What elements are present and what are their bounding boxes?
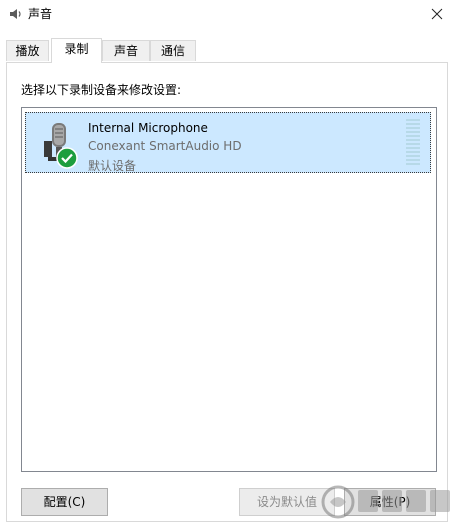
- instruction-text: 选择以下录制设备来修改设置:: [21, 83, 182, 97]
- device-name: Internal Microphone: [88, 121, 208, 135]
- configure-button[interactable]: 配置(C): [21, 488, 108, 516]
- window-title: 声音: [28, 7, 53, 21]
- recording-panel: 选择以下录制设备来修改设置: Internal Microphone Conex…: [6, 62, 448, 522]
- close-icon: [431, 8, 443, 20]
- default-check-icon: [56, 147, 78, 169]
- tab-recording[interactable]: 录制: [51, 38, 102, 63]
- tab-strip: 播放 录制 声音 通信: [6, 38, 448, 63]
- device-list[interactable]: Internal Microphone Conexant SmartAudio …: [21, 107, 437, 472]
- close-button[interactable]: [420, 0, 454, 28]
- level-meter: [406, 119, 420, 165]
- tab-communications[interactable]: 通信: [150, 40, 196, 61]
- tab-playback[interactable]: 播放: [6, 40, 49, 61]
- speaker-icon: [8, 6, 24, 22]
- device-item-internal-microphone[interactable]: Internal Microphone Conexant SmartAudio …: [25, 112, 431, 173]
- watermark-logo: [321, 485, 450, 519]
- tab-sounds[interactable]: 声音: [102, 40, 150, 61]
- device-driver: Conexant SmartAudio HD: [88, 139, 242, 153]
- title-bar: 声音: [0, 0, 454, 28]
- device-status: 默认设备: [88, 159, 137, 173]
